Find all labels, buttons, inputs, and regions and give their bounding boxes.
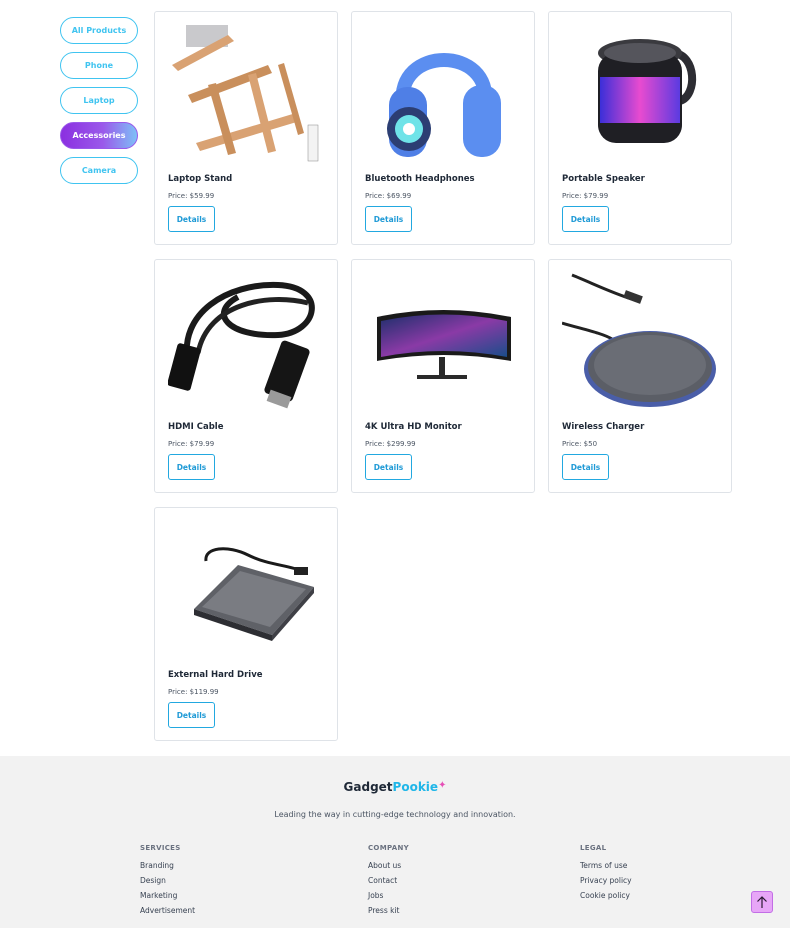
- footer-column-title: COMPANY: [368, 844, 409, 852]
- product-price: Price: $50: [562, 440, 598, 448]
- details-button[interactable]: Details: [168, 702, 215, 728]
- product-price: Price: $69.99: [365, 192, 412, 200]
- footer-link-terms-of-use[interactable]: Terms of use: [580, 861, 632, 870]
- product-name: 4K Ultra HD Monitor: [365, 422, 462, 432]
- product-price: Price: $79.99: [168, 440, 215, 448]
- product-card: Wireless Charger Price: $50 Details: [548, 259, 732, 493]
- product-price: Price: $119.99: [168, 688, 219, 696]
- footer-link-about-us[interactable]: About us: [368, 861, 409, 870]
- product-card: Laptop Stand Price: $59.99 Details: [154, 11, 338, 245]
- product-price: Price: $299.99: [365, 440, 416, 448]
- speaker-image: [562, 25, 719, 165]
- logo-text-pookie: Pookie: [392, 780, 439, 794]
- footer-link-privacy-policy[interactable]: Privacy policy: [580, 876, 632, 885]
- product-name: Portable Speaker: [562, 174, 645, 184]
- details-button[interactable]: Details: [562, 454, 609, 480]
- footer-link-design[interactable]: Design: [140, 876, 195, 885]
- product-card: Portable Speaker Price: $79.99 Details: [548, 11, 732, 245]
- footer-column-company: COMPANY About us Contact Jobs Press kit: [368, 844, 409, 921]
- details-button[interactable]: Details: [168, 454, 215, 480]
- details-button[interactable]: Details: [365, 454, 412, 480]
- category-camera-button[interactable]: Camera: [60, 157, 138, 184]
- product-name: HDMI Cable: [168, 422, 224, 432]
- sparkle-icon: ✦: [438, 780, 447, 791]
- monitor-image: [365, 273, 522, 413]
- footer-link-cookie-policy[interactable]: Cookie policy: [580, 891, 632, 900]
- footer-tagline: Leading the way in cutting-edge technolo…: [274, 810, 516, 819]
- details-button[interactable]: Details: [365, 206, 412, 232]
- category-phone-button[interactable]: Phone: [60, 52, 138, 79]
- footer-link-press-kit[interactable]: Press kit: [368, 906, 409, 915]
- footer-column-title: SERVICES: [140, 844, 181, 852]
- category-sidebar: All Products Phone Laptop Accessories Ca…: [60, 17, 138, 192]
- footer: GadgetPookie✦ Leading the way in cutting…: [0, 756, 790, 928]
- hdmi-cable-image: [168, 273, 325, 413]
- details-button[interactable]: Details: [562, 206, 609, 232]
- headphones-image: [365, 25, 522, 165]
- product-grid: Laptop Stand Price: $59.99 Details Bluet…: [154, 11, 732, 741]
- hard-drive-image: [168, 521, 325, 661]
- footer-column-services: SERVICES Branding Design Marketing Adver…: [140, 844, 195, 921]
- product-name: Bluetooth Headphones: [365, 174, 475, 184]
- footer-link-contact[interactable]: Contact: [368, 876, 409, 885]
- category-all-products-button[interactable]: All Products: [60, 17, 138, 44]
- wireless-charger-image: [562, 273, 719, 413]
- footer-column-title: LEGAL: [580, 844, 607, 852]
- product-card: External Hard Drive Price: $119.99 Detai…: [154, 507, 338, 741]
- product-card: Bluetooth Headphones Price: $69.99 Detai…: [351, 11, 535, 245]
- scroll-to-top-button[interactable]: [751, 891, 773, 913]
- product-name: Wireless Charger: [562, 422, 645, 432]
- footer-link-advertisement[interactable]: Advertisement: [140, 906, 195, 915]
- footer-column-legal: LEGAL Terms of use Privacy policy Cookie…: [580, 844, 632, 906]
- product-card: HDMI Cable Price: $79.99 Details: [154, 259, 338, 493]
- product-price: Price: $59.99: [168, 192, 215, 200]
- product-name: External Hard Drive: [168, 670, 263, 680]
- category-accessories-button[interactable]: Accessories: [60, 122, 138, 149]
- laptop-stand-image: [168, 25, 325, 165]
- logo-text-gadget: Gadget: [343, 780, 393, 794]
- footer-link-branding[interactable]: Branding: [140, 861, 195, 870]
- footer-logo[interactable]: GadgetPookie✦: [0, 780, 790, 794]
- product-price: Price: $79.99: [562, 192, 609, 200]
- category-laptop-button[interactable]: Laptop: [60, 87, 138, 114]
- product-name: Laptop Stand: [168, 174, 233, 184]
- footer-link-jobs[interactable]: Jobs: [368, 891, 409, 900]
- arrow-up-icon: [757, 896, 767, 908]
- product-card: 4K Ultra HD Monitor Price: $299.99 Detai…: [351, 259, 535, 493]
- details-button[interactable]: Details: [168, 206, 215, 232]
- footer-link-marketing[interactable]: Marketing: [140, 891, 195, 900]
